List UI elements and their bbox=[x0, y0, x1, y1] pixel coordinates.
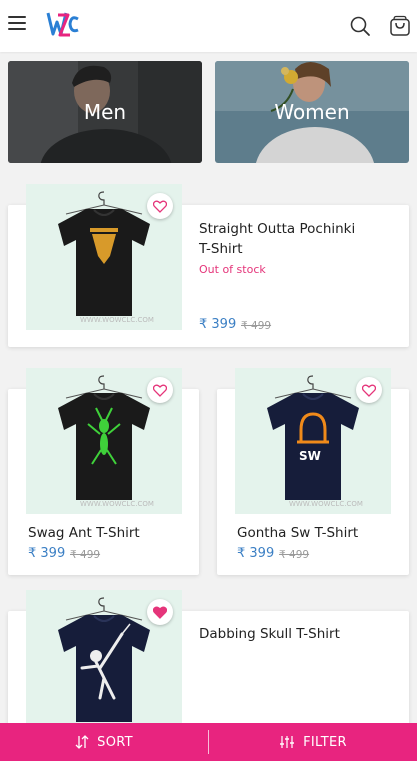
bottom-action-bar: SORT FILTER bbox=[0, 723, 417, 761]
sort-button[interactable]: SORT bbox=[0, 723, 208, 761]
svg-text:SW: SW bbox=[299, 449, 321, 463]
wishlist-heart-icon[interactable] bbox=[356, 377, 382, 403]
wishlist-heart-icon[interactable] bbox=[147, 377, 173, 403]
stock-status: Out of stock bbox=[199, 263, 266, 276]
svg-text:WWW.WOWCLC.COM: WWW.WOWCLC.COM bbox=[80, 500, 154, 508]
search-icon[interactable] bbox=[349, 15, 371, 37]
sort-icon bbox=[75, 735, 89, 749]
wishlist-heart-icon[interactable] bbox=[147, 193, 173, 219]
product-1-title[interactable]: Straight Outta Pochinki T-Shirt bbox=[199, 219, 389, 259]
app-header bbox=[0, 0, 417, 52]
svg-text:WWW.WOWCLC.COM: WWW.WOWCLC.COM bbox=[80, 316, 154, 324]
product-2-title[interactable]: Swag Ant T-Shirt bbox=[28, 523, 140, 543]
sort-label: SORT bbox=[97, 734, 133, 750]
product-1-old-price: ₹ 499 bbox=[241, 320, 272, 332]
category-men-label: Men bbox=[83, 100, 127, 124]
product-4-title[interactable]: Dabbing Skull T-Shirt bbox=[199, 624, 340, 644]
category-women-label: Women bbox=[274, 100, 350, 124]
product-3-old-price: ₹ 499 bbox=[279, 549, 310, 561]
filter-button[interactable]: FILTER bbox=[209, 723, 417, 761]
product-3-title[interactable]: Gontha Sw T-Shirt bbox=[237, 523, 358, 543]
filter-sliders-icon bbox=[280, 736, 295, 748]
product-1-price: ₹ 399 bbox=[199, 317, 237, 332]
category-women[interactable]: Women bbox=[215, 61, 409, 163]
wishlist-heart-filled-icon[interactable] bbox=[147, 599, 173, 625]
svg-text:WWW.WOWCLC.COM: WWW.WOWCLC.COM bbox=[289, 500, 363, 508]
product-1-title-line2: T-Shirt bbox=[199, 241, 243, 257]
filter-label: FILTER bbox=[303, 734, 347, 750]
brand-logo[interactable] bbox=[46, 10, 80, 40]
product-2-old-price: ₹ 499 bbox=[70, 549, 101, 561]
category-men[interactable]: Men bbox=[8, 61, 202, 163]
product-1-title-line1: Straight Outta Pochinki bbox=[199, 221, 356, 237]
product-3-price: ₹ 399 bbox=[237, 546, 275, 561]
shopping-bag-icon[interactable] bbox=[389, 15, 411, 37]
menu-icon[interactable] bbox=[8, 16, 26, 32]
product-2-price: ₹ 399 bbox=[28, 546, 66, 561]
